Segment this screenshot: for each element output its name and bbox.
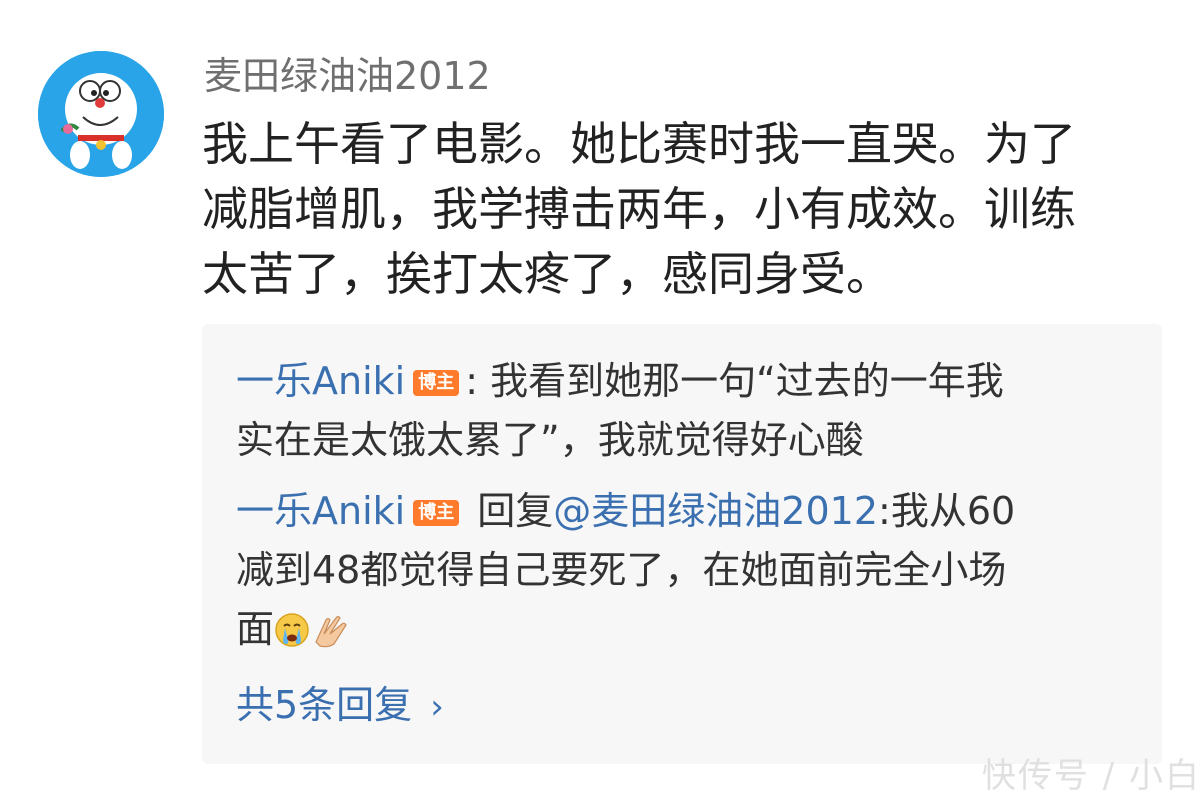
mention-link[interactable]: @麦田绿油油2012 <box>553 489 878 533</box>
reply-author[interactable]: 一乐Aniki <box>236 359 405 403</box>
reply-text: : 我看到她那一句“过去的一年我 <box>465 359 1004 403</box>
reply-prefix: 回复 <box>465 489 554 533</box>
view-more-replies-link[interactable]: 共5条回复 › <box>236 680 444 732</box>
comment-text-line: 太苦了，挨打太疼了，感同身受。 <box>202 247 892 301</box>
reply-text: :我从60 <box>878 489 1016 533</box>
author-badge: 博主 <box>413 500 460 526</box>
comment-username[interactable]: 麦田绿油油2012 <box>204 50 491 102</box>
clapping-hands-icon <box>310 606 350 665</box>
reply-line: 一乐Aniki 博主 回复@麦田绿油油2012:我从60 <box>236 482 1136 541</box>
comment-text: 我上午看了电影。她比赛时我一直哭。为了 减脂增肌，我学搏击两年，小有成效。训练 … <box>202 112 1162 307</box>
doraemon-avatar-icon <box>38 51 164 177</box>
reply-line: 一乐Aniki 博主: 我看到她那一句“过去的一年我 <box>236 352 1136 411</box>
author-badge: 博主 <box>413 370 460 396</box>
comment-text-line: 减脂增肌，我学搏击两年，小有成效。训练 <box>202 182 1076 236</box>
reply-line: 面 <box>236 600 1136 665</box>
crying-face-icon <box>274 606 310 665</box>
reply-item[interactable]: 一乐Aniki 博主 回复@麦田绿油油2012:我从60 减到48都觉得自己要死了… <box>236 482 1136 665</box>
chevron-right-icon: › <box>430 687 444 727</box>
reply-line: 减到48都觉得自己要死了，在她面前完全小场 <box>236 548 1007 592</box>
watermark: 快传号 / 小白 <box>981 756 1201 796</box>
comment-text-line: 我上午看了电影。她比赛时我一直哭。为了 <box>202 117 1076 171</box>
replies-panel: 一乐Aniki 博主: 我看到她那一句“过去的一年我 实在是太饿太累了”，我就觉得… <box>202 324 1162 764</box>
avatar[interactable] <box>38 51 164 177</box>
reply-item[interactable]: 一乐Aniki 博主: 我看到她那一句“过去的一年我 实在是太饿太累了”，我就觉得… <box>236 352 1136 470</box>
reply-line: 实在是太饿太累了”，我就觉得好心酸 <box>236 418 864 462</box>
reply-author[interactable]: 一乐Aniki <box>236 489 405 533</box>
more-replies-label: 共5条回复 <box>236 683 413 727</box>
reply-text: 面 <box>236 607 275 651</box>
